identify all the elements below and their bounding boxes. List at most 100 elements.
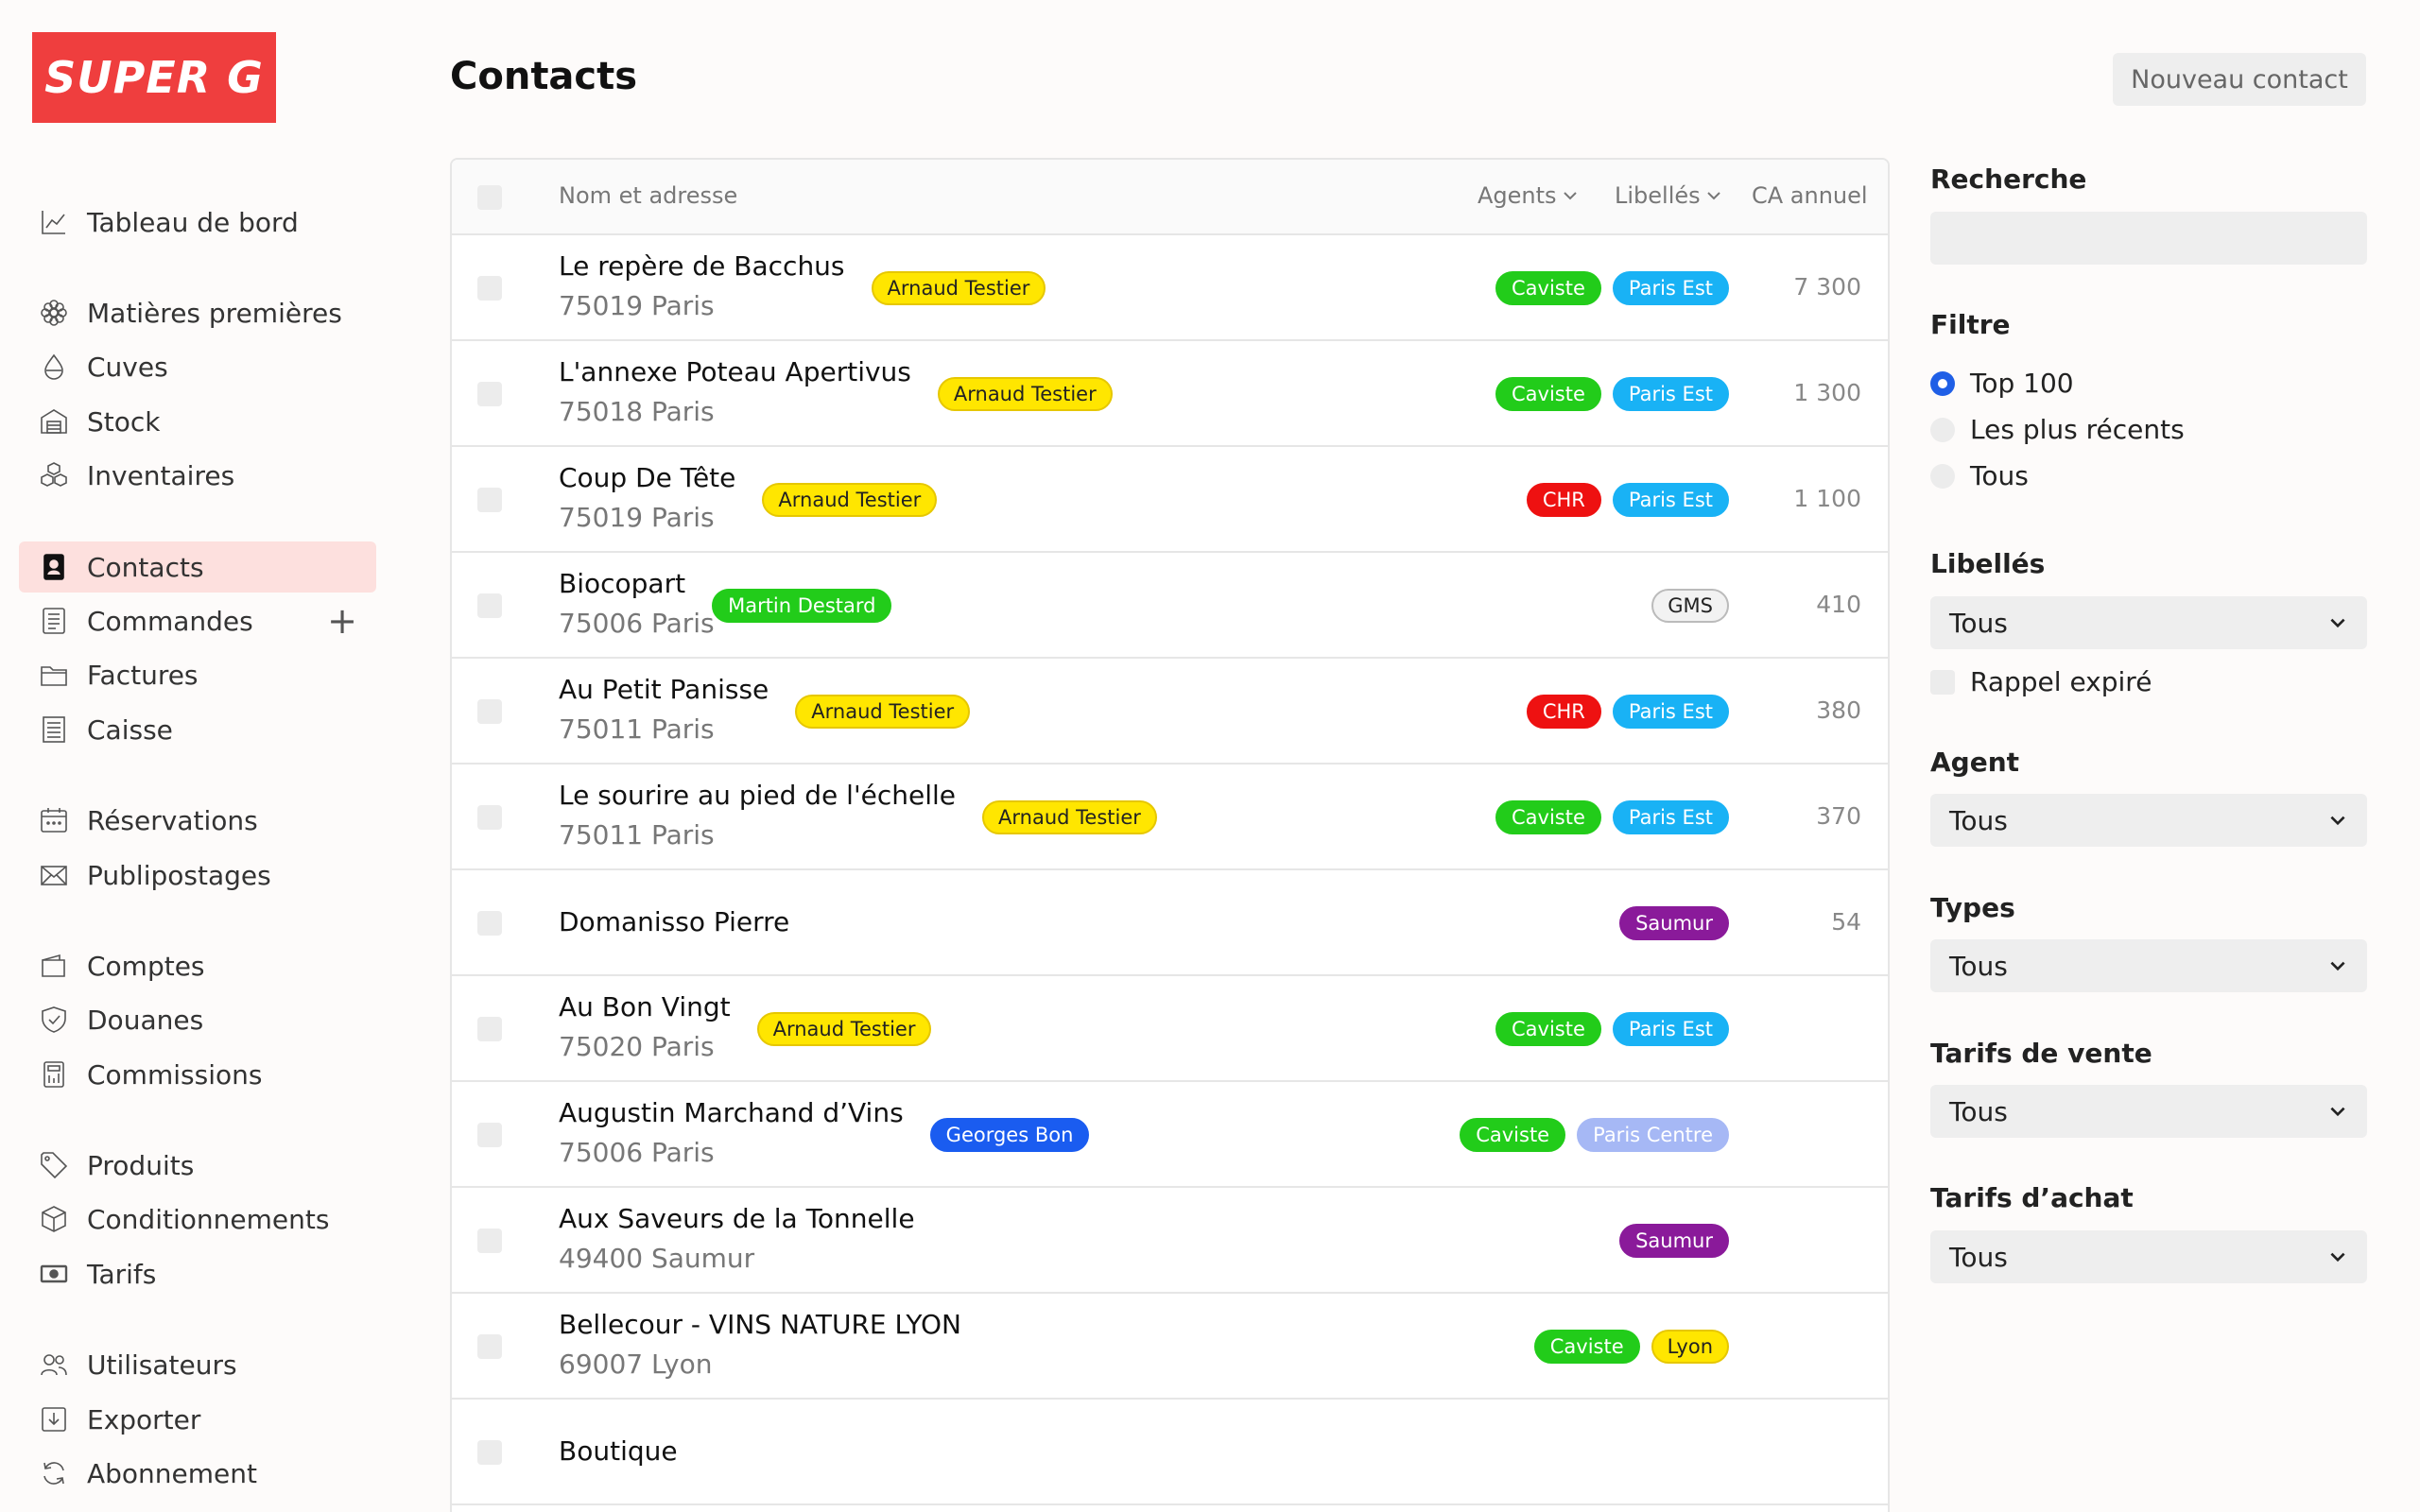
sidebar-item-exporter[interactable]: Exporter bbox=[19, 1394, 376, 1445]
sidebar-item-tableau-de-bord[interactable]: Tableau de bord bbox=[19, 197, 376, 248]
label-badge[interactable]: Paris Est bbox=[1612, 271, 1729, 305]
table-row[interactable]: Au Bon Vingt 75020 Paris Arnaud Testier Cav… bbox=[452, 976, 1888, 1082]
sidebar-item-reservations[interactable]: Réservations bbox=[19, 795, 376, 846]
column-agents-filter[interactable]: Agents bbox=[1478, 182, 1580, 209]
sidebar-item-contacts[interactable]: Contacts bbox=[19, 541, 376, 593]
contact-name[interactable]: Boutique bbox=[559, 1435, 678, 1467]
agent-badge[interactable]: Martin Destard bbox=[712, 589, 892, 623]
agent-badge[interactable]: Arnaud Testier bbox=[762, 483, 938, 517]
agent-badge[interactable]: Arnaud Testier bbox=[795, 695, 971, 729]
sidebar-item-commissions[interactable]: Commissions bbox=[19, 1049, 376, 1100]
new-contact-button[interactable]: Nouveau contact bbox=[2113, 53, 2366, 106]
contact-name[interactable]: Au Petit Panisse bbox=[559, 674, 769, 705]
select-all-checkbox[interactable] bbox=[477, 185, 502, 210]
contact-name[interactable]: L'annexe Poteau Apertivus bbox=[559, 356, 911, 387]
filter-option-recent[interactable]: Les plus récents bbox=[1930, 414, 2185, 445]
labels-select[interactable]: Tous bbox=[1930, 596, 2367, 649]
label-badge[interactable]: Paris Est bbox=[1612, 377, 1729, 411]
sidebar-item-stock[interactable]: Stock bbox=[19, 396, 376, 447]
label-badge[interactable]: GMS bbox=[1651, 589, 1729, 623]
label-badge[interactable]: Paris Est bbox=[1612, 483, 1729, 517]
contact-name[interactable]: Le repère de Bacchus bbox=[559, 250, 845, 282]
contact-name[interactable]: Coup De Tête bbox=[559, 462, 735, 493]
row-checkbox[interactable] bbox=[477, 911, 502, 936]
sidebar-item-tarifs[interactable]: Tarifs bbox=[19, 1248, 376, 1299]
sidebar-item-factures[interactable]: Factures bbox=[19, 649, 376, 700]
contact-name[interactable]: Biocopart bbox=[559, 568, 685, 599]
app-logo[interactable]: SUPER G bbox=[32, 32, 276, 123]
label-badge[interactable]: Paris Est bbox=[1612, 695, 1729, 729]
sidebar-item-conditionnements[interactable]: Conditionnements bbox=[19, 1194, 376, 1245]
agent-badge[interactable]: Arnaud Testier bbox=[871, 271, 1046, 305]
row-checkbox[interactable] bbox=[477, 699, 502, 724]
sidebar-item-produits[interactable]: Produits bbox=[19, 1140, 376, 1191]
row-checkbox[interactable] bbox=[477, 382, 502, 406]
agent-badge[interactable]: Arnaud Testier bbox=[982, 800, 1157, 834]
table-row[interactable]: Domanisso Pierre Saumur 54 bbox=[452, 870, 1888, 976]
label-badge[interactable]: Paris Est bbox=[1612, 800, 1729, 834]
contact-name[interactable]: Domanisso Pierre bbox=[559, 906, 789, 937]
table-row[interactable]: Bellecour - VINS NATURE LYON 69007 Lyon Ca… bbox=[452, 1294, 1888, 1400]
row-checkbox[interactable] bbox=[477, 1017, 502, 1041]
table-row[interactable]: Le repère de Bacchus 75019 Paris Arnaud Te… bbox=[452, 235, 1888, 341]
row-checkbox[interactable] bbox=[477, 1228, 502, 1253]
contact-name[interactable]: Le sourire au pied de l'échelle bbox=[559, 780, 956, 811]
label-badge[interactable]: CHR bbox=[1526, 695, 1601, 729]
label-badge[interactable]: Caviste bbox=[1495, 271, 1601, 305]
contact-name[interactable]: Aux Saveurs de la Tonnelle bbox=[559, 1203, 915, 1234]
sidebar-item-publipostages[interactable]: Publipostages bbox=[19, 850, 376, 901]
agent-badge[interactable]: Arnaud Testier bbox=[756, 1012, 932, 1046]
label-badge[interactable]: Caviste bbox=[1495, 377, 1601, 411]
sidebar-item-cuves[interactable]: Cuves bbox=[19, 341, 376, 392]
sale-prices-select[interactable]: Tous bbox=[1930, 1085, 2367, 1138]
filter-option-all[interactable]: Tous bbox=[1930, 460, 2029, 491]
agent-select[interactable]: Tous bbox=[1930, 794, 2367, 847]
table-row[interactable]: Coup De Tête 75019 Paris Arnaud Testier CHR… bbox=[452, 447, 1888, 553]
label-badge[interactable]: Saumur bbox=[1619, 906, 1729, 940]
table-row[interactable]: Aux Saveurs de la Tonnelle 49400 Saumur Sa… bbox=[452, 1188, 1888, 1294]
contact-name[interactable]: Au Bon Vingt bbox=[559, 991, 731, 1022]
contact-name[interactable]: Augustin Marchand d’Vins bbox=[559, 1097, 904, 1128]
sidebar-item-comptes[interactable]: Comptes bbox=[19, 940, 376, 991]
label-badge[interactable]: Saumur bbox=[1619, 1224, 1729, 1258]
row-checkbox[interactable] bbox=[477, 1334, 502, 1359]
sidebar-item-utilisateurs[interactable]: Utilisateurs bbox=[19, 1339, 376, 1390]
sidebar-item-inventaires[interactable]: Inventaires bbox=[19, 450, 376, 501]
label-badge[interactable]: Paris Centre bbox=[1577, 1118, 1729, 1152]
types-select[interactable]: Tous bbox=[1930, 939, 2367, 992]
table-row[interactable]: Boutique bbox=[452, 1400, 1888, 1505]
table-row[interactable]: Augustin Marchand d’Vins 75006 Paris Georg… bbox=[452, 1082, 1888, 1188]
label-badge[interactable]: Caviste bbox=[1495, 800, 1601, 834]
label-badge[interactable]: Caviste bbox=[1533, 1330, 1640, 1364]
sidebar-item-douanes[interactable]: Douanes bbox=[19, 994, 376, 1045]
purchase-prices-select[interactable]: Tous bbox=[1930, 1230, 2367, 1283]
label-badge[interactable]: Lyon bbox=[1651, 1330, 1729, 1364]
label-badge[interactable]: Paris Est bbox=[1612, 1012, 1729, 1046]
sidebar-item-caisse[interactable]: Caisse bbox=[19, 704, 376, 755]
row-checkbox[interactable] bbox=[477, 805, 502, 830]
agent-badge[interactable]: Georges Bon bbox=[929, 1118, 1090, 1152]
row-checkbox[interactable] bbox=[477, 1440, 502, 1465]
table-row[interactable]: Au Petit Panisse 75011 Paris Arnaud Testie… bbox=[452, 659, 1888, 765]
column-labels-filter[interactable]: Libellés bbox=[1615, 182, 1723, 209]
row-checkbox[interactable] bbox=[477, 593, 502, 618]
agent-badge[interactable]: Arnaud Testier bbox=[937, 377, 1113, 411]
row-checkbox[interactable] bbox=[477, 1123, 502, 1147]
label-badge[interactable]: Caviste bbox=[1495, 1012, 1601, 1046]
table-row[interactable]: L'annexe Poteau Apertivus 75018 Paris Arna… bbox=[452, 341, 1888, 447]
label-badge[interactable]: Caviste bbox=[1460, 1118, 1566, 1152]
table-row[interactable]: Le sourire au pied de l'échelle 75011 Par… bbox=[452, 765, 1888, 870]
label-badge[interactable]: CHR bbox=[1526, 483, 1601, 517]
row-checkbox[interactable] bbox=[477, 276, 502, 301]
table-row[interactable]: Biocopart 75006 Paris Martin Destard GMS 410 bbox=[452, 553, 1888, 659]
search-input[interactable] bbox=[1930, 212, 2367, 265]
row-checkbox[interactable] bbox=[477, 488, 502, 512]
contact-name[interactable]: Bellecour - VINS NATURE LYON bbox=[559, 1309, 961, 1340]
sidebar-item-matieres-premieres[interactable]: Matières premières bbox=[19, 287, 376, 338]
filter-option-top-100[interactable]: Top 100 bbox=[1930, 368, 2074, 399]
sidebar-item-abonnement[interactable]: Abonnement bbox=[19, 1448, 376, 1499]
add-order-button[interactable]: + bbox=[327, 603, 357, 639]
sidebar-item-commandes[interactable]: Commandes + bbox=[19, 595, 376, 646]
reminder-expired-checkbox[interactable]: Rappel expiré bbox=[1930, 666, 2152, 697]
label-tags: Saumur bbox=[1619, 906, 1729, 940]
